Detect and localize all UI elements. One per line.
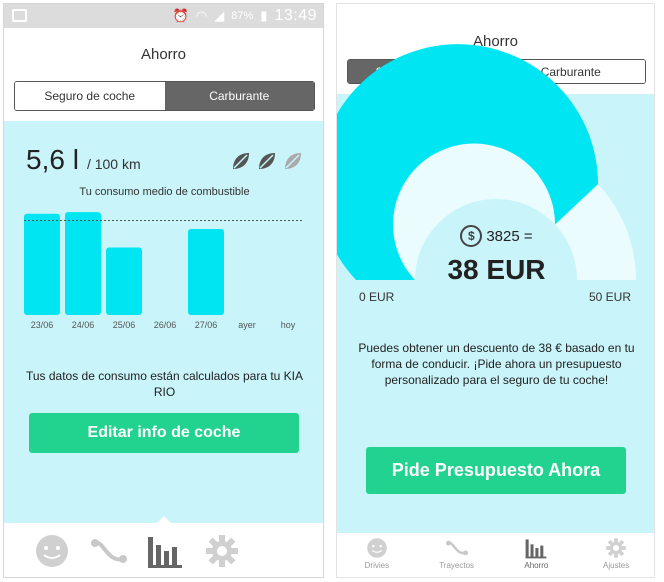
bottom-nav <box>4 516 323 577</box>
nav-notch <box>157 516 171 523</box>
nav-label: Ahorro <box>524 561 549 570</box>
x-tick-label: 25/06 <box>113 320 136 330</box>
chart-bar <box>65 212 101 315</box>
gear-icon[interactable] <box>204 533 240 569</box>
nav-item-trayectos[interactable]: Trayectos <box>417 533 497 577</box>
leaf-outline-icon <box>285 153 301 169</box>
wifi-icon: ◠ <box>195 8 208 23</box>
consumption-value: 5,6 l <box>26 144 79 175</box>
nav-label: Trayectos <box>439 561 475 570</box>
gear-icon <box>606 538 626 558</box>
nav-item-ajustes[interactable]: Ajustes <box>576 533 654 577</box>
leaf-icon <box>259 153 275 169</box>
tab-carburante[interactable]: Carburante <box>164 82 314 110</box>
x-tick-label: 26/06 <box>154 320 177 330</box>
signal-icon: ◢ <box>214 8 225 23</box>
x-tick-label: ayer <box>238 320 256 330</box>
bar-chart-icon <box>525 539 547 559</box>
x-tick-label: 27/06 <box>195 320 218 330</box>
tab-seguro-de-coche[interactable]: Seguro de coche <box>15 82 165 110</box>
consumption-readout: 5,6 l / 100 km <box>26 144 141 176</box>
gauge-max-label: 50 EUR <box>589 290 632 304</box>
edit-car-info-button[interactable]: Editar info de coche <box>29 413 299 453</box>
bottom-nav: Drivies Trayectos Ahorro Ajustes <box>337 533 654 577</box>
bar-chart-icon[interactable] <box>146 533 184 569</box>
face-icon <box>367 538 387 558</box>
clock: 13:49 <box>274 7 317 24</box>
points-row: $ 3825 = <box>337 225 654 247</box>
route-icon[interactable] <box>90 533 128 569</box>
x-tick-label: 24/06 <box>72 320 95 330</box>
face-icon[interactable] <box>34 533 70 569</box>
nav-item-drivies[interactable]: Drivies <box>337 533 417 577</box>
nav-label: Ajustes <box>603 561 630 570</box>
right-phone-screen: Ahorro Seguro del coche Carburante $ 382… <box>336 3 655 578</box>
gauge-min-label: 0 EUR <box>359 290 395 304</box>
chart-bar <box>188 228 224 315</box>
chart-bar <box>24 213 60 315</box>
discount-description: Puedes obtener un descuento de 38 € basa… <box>358 341 635 387</box>
chart-caption: Tu consumo medio de combustible <box>79 186 250 198</box>
coin-icon: $ <box>460 225 483 247</box>
consumption-unit: / 100 km <box>86 156 141 172</box>
x-tick-label: hoy <box>281 320 296 330</box>
nav-label: Drivies <box>364 561 390 570</box>
image-icon <box>12 9 27 22</box>
points-value: 3825 = <box>486 227 533 245</box>
route-icon <box>445 540 468 556</box>
x-tick-label: 23/06 <box>31 320 54 330</box>
eco-rating <box>230 150 304 172</box>
chart-bar <box>106 247 142 315</box>
page-title: Ahorro <box>140 46 187 63</box>
discount-amount: 38 EUR <box>447 254 546 285</box>
battery-level: 87% <box>231 10 254 22</box>
segmented-control: Seguro de coche Carburante <box>14 81 315 111</box>
left-phone-screen: ⏰ ◠ ◢ 87% ▮ 13:49 Ahorro Seguro de coche… <box>3 3 324 578</box>
consumption-chart: 23/06 24/06 25/06 26/06 27/06 ayer hoy <box>24 212 304 330</box>
battery-icon: ▮ <box>260 8 268 23</box>
request-quote-button[interactable]: Pide Presupuesto Ahora <box>366 447 626 494</box>
car-info-text: Tus datos de consumo están calculados pa… <box>25 369 304 399</box>
nav-item-ahorro[interactable]: Ahorro <box>497 533 577 577</box>
status-bar: ⏰ ◠ ◢ 87% ▮ 13:49 <box>4 4 323 28</box>
alarm-icon: ⏰ <box>172 8 189 23</box>
leaf-icon <box>233 153 249 169</box>
